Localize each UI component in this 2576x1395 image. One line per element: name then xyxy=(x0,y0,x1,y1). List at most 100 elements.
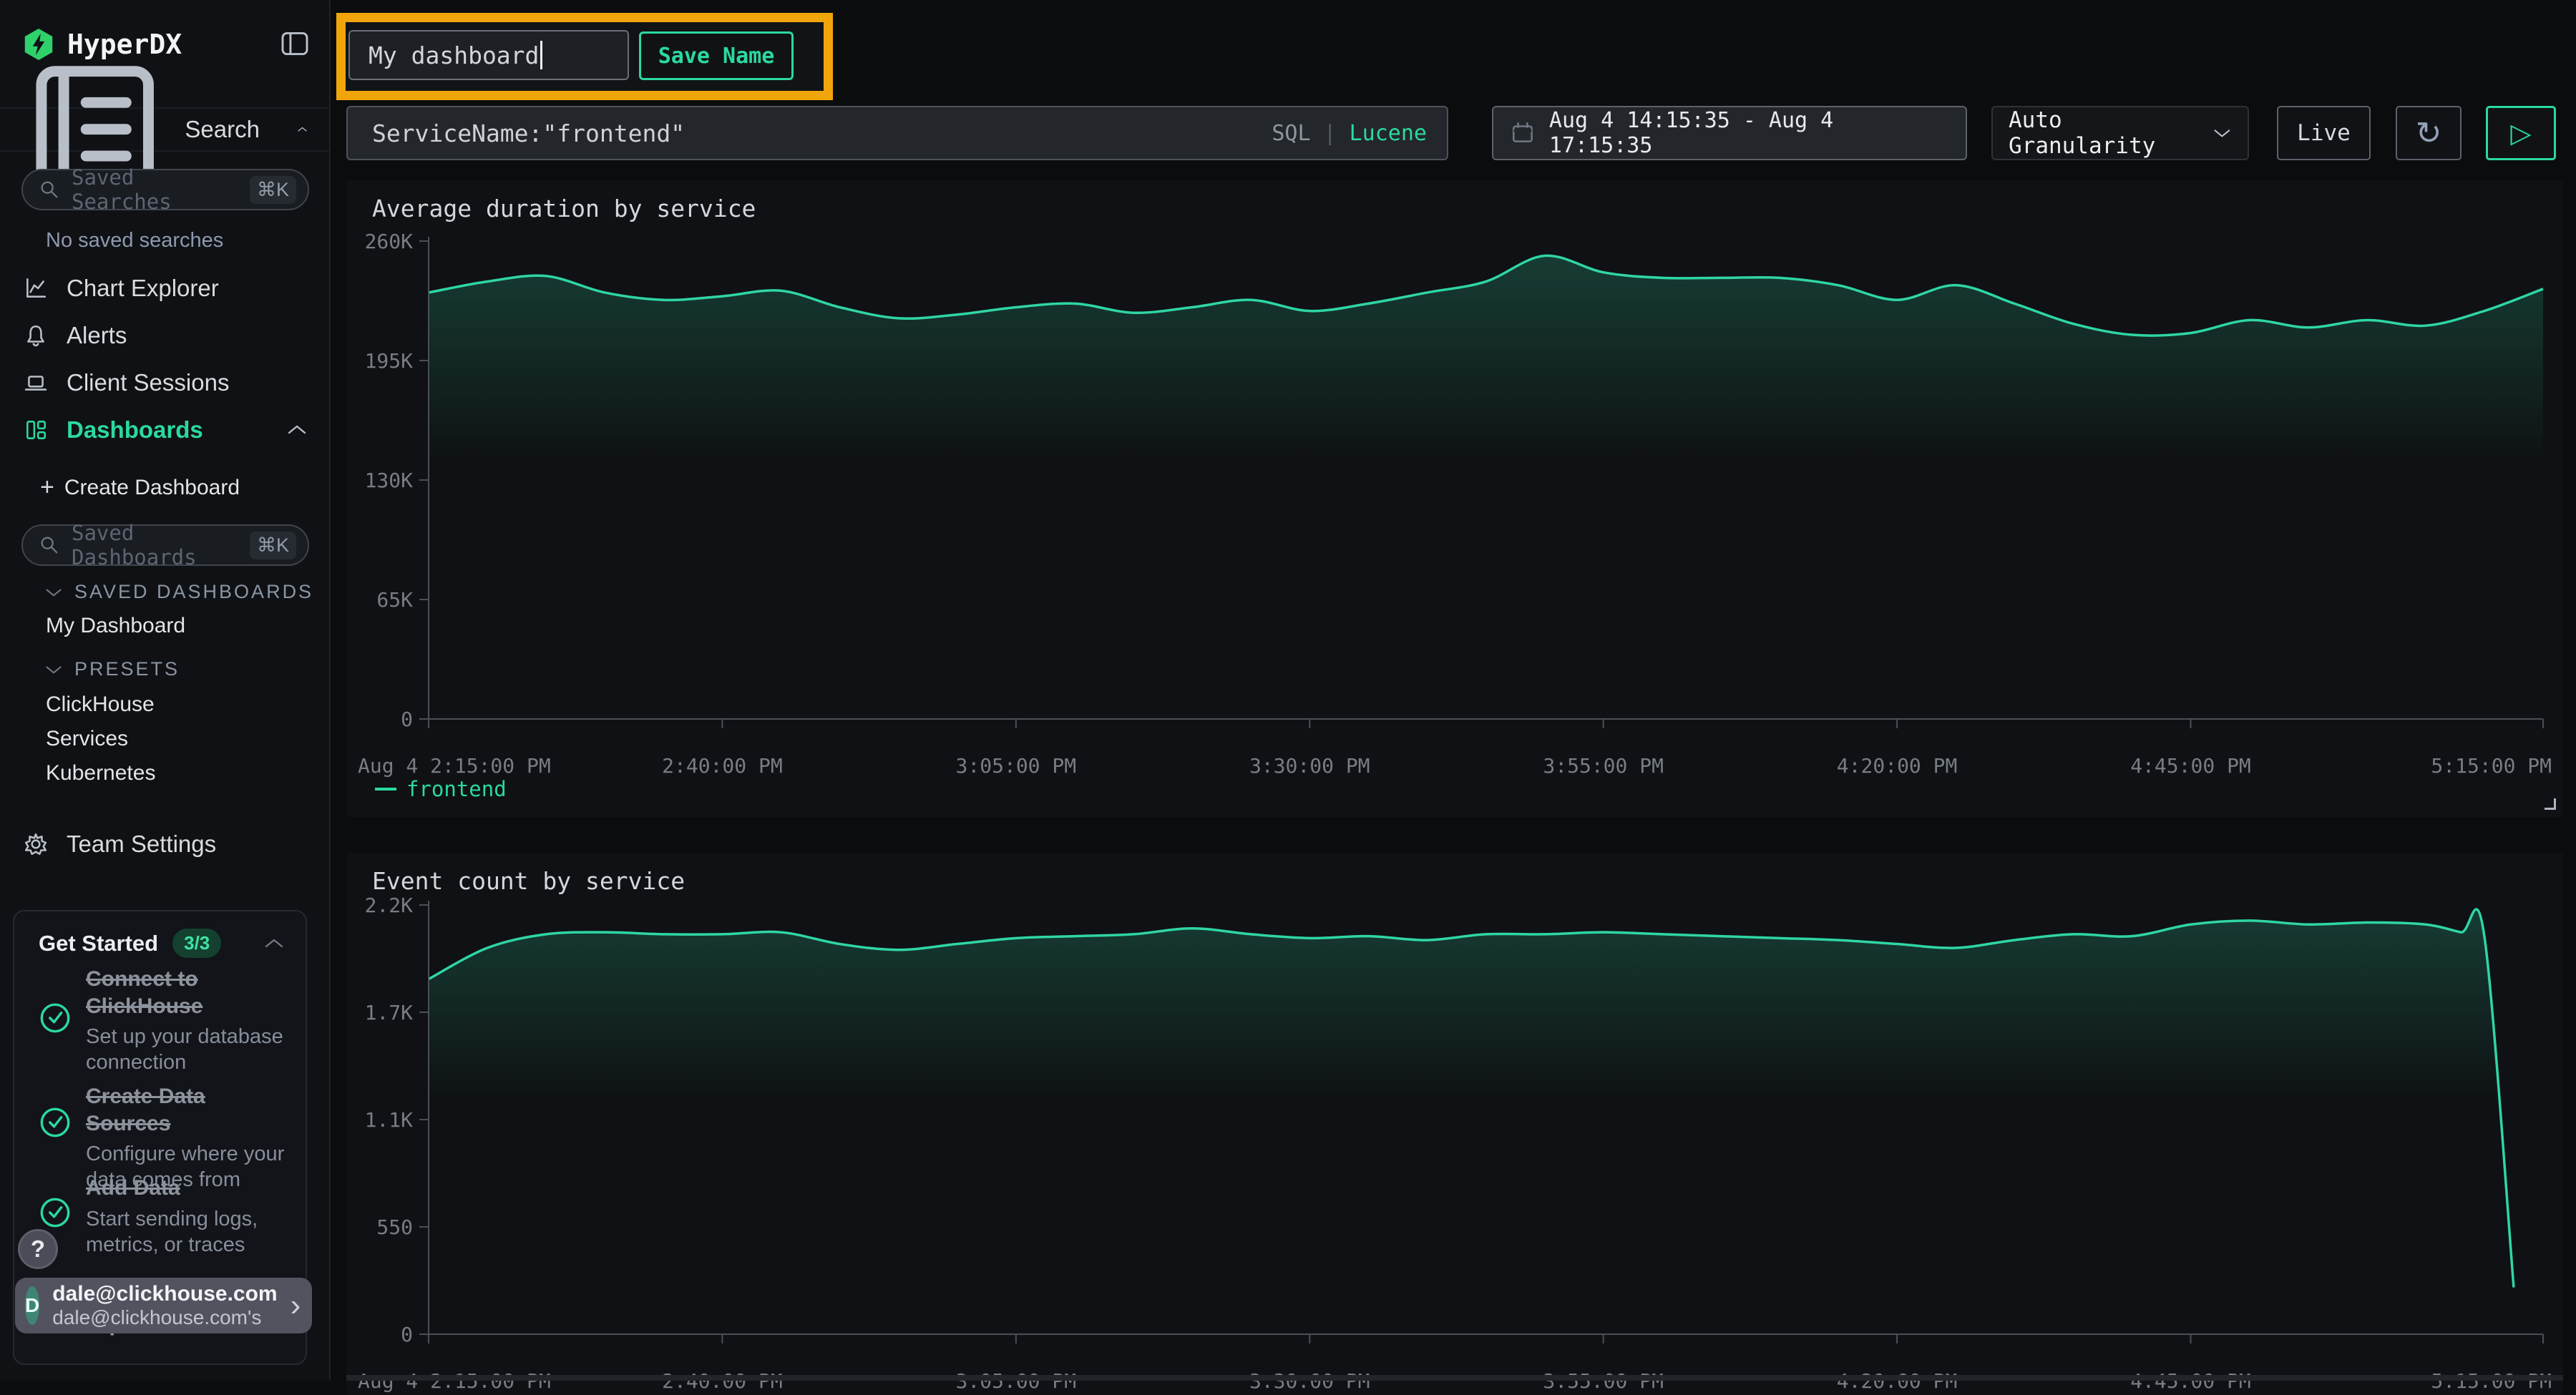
team-settings-label: Team Settings xyxy=(67,831,216,858)
help-button[interactable]: ? xyxy=(18,1229,58,1269)
granularity-dropdown[interactable]: Auto Granularity xyxy=(1991,106,2249,160)
svg-text:65K: 65K xyxy=(376,588,413,612)
toggle-divider: | xyxy=(1324,121,1337,146)
shortcut-badge: ⌘K xyxy=(250,176,296,204)
app-title: HyperDX xyxy=(67,29,182,60)
check-circle-icon xyxy=(39,1106,72,1139)
svg-text:4:45:00 PM: 4:45:00 PM xyxy=(2130,1369,2251,1393)
svg-text:1.1K: 1.1K xyxy=(365,1108,414,1132)
sidebar-item-my-dashboard[interactable]: My Dashboard xyxy=(46,614,185,638)
line-chart-event-count: 05501.1K1.7K2.2KAug 4 2:15:00 PM2:40:00 … xyxy=(346,853,2563,1395)
create-dashboard-button[interactable]: + Create Dashboard xyxy=(40,474,240,501)
play-icon: ▷ xyxy=(2510,117,2531,150)
svg-text:1.7K: 1.7K xyxy=(365,1001,414,1024)
sidebar-item-client-sessions[interactable]: Client Sessions xyxy=(0,359,329,406)
svg-text:4:45:00 PM: 4:45:00 PM xyxy=(2130,754,2251,778)
app-logo[interactable]: HyperDX xyxy=(23,27,182,62)
svg-text:5:15:00 PM: 5:15:00 PM xyxy=(2431,1369,2552,1393)
search-query-input[interactable]: ServiceName:"frontend" SQL | Lucene xyxy=(346,106,1448,160)
get-started-item-title: Connect to ClickHouse xyxy=(86,966,295,1019)
no-saved-searches-note: No saved searches xyxy=(46,229,223,253)
sidebar-item-services[interactable]: Services xyxy=(46,727,128,751)
dashboards-label: Dashboards xyxy=(67,416,203,444)
lucene-toggle[interactable]: Lucene xyxy=(1350,121,1427,146)
sidebar-collapse-icon[interactable] xyxy=(280,31,309,56)
get-started-item-title: Add Data xyxy=(86,1175,295,1202)
bell-icon xyxy=(24,323,48,348)
hyperdx-logo-icon xyxy=(23,27,54,62)
check-circle-icon xyxy=(39,1002,72,1034)
chevron-down-icon xyxy=(2212,127,2232,140)
saved-dashboards-input[interactable]: Saved Dashboards ⌘K xyxy=(21,524,309,566)
play-button[interactable]: ▷ xyxy=(2486,106,2556,160)
panel-resize-handle[interactable] xyxy=(2545,798,2556,810)
search-icon xyxy=(39,179,60,200)
svg-text:0: 0 xyxy=(401,708,413,731)
sql-toggle[interactable]: SQL xyxy=(1272,121,1310,146)
preset-kubernetes-label: Kubernetes xyxy=(46,761,155,785)
search-label: Search xyxy=(185,116,260,143)
dashboard-name-input[interactable]: My dashboard xyxy=(348,30,629,80)
shortcut-badge: ⌘K xyxy=(250,532,296,559)
sidebar-item-dashboards[interactable]: Dashboards xyxy=(0,406,329,454)
sidebar-item-kubernetes[interactable]: Kubernetes xyxy=(46,761,155,785)
chevron-up-icon xyxy=(286,424,308,436)
presets-header-label: PRESETS xyxy=(74,658,180,680)
question-mark-icon: ? xyxy=(31,1235,45,1263)
granularity-value: Auto Granularity xyxy=(2009,107,2212,159)
sidebar-item-alerts[interactable]: Alerts xyxy=(0,312,329,359)
svg-text:3:55:00 PM: 3:55:00 PM xyxy=(1543,754,1664,778)
client-sessions-label: Client Sessions xyxy=(67,369,229,396)
svg-text:Aug 4 2:15:00 PM: Aug 4 2:15:00 PM xyxy=(358,1369,551,1393)
chart-panel-event-count: Event count by service 05501.1K1.7K2.2KA… xyxy=(346,853,2563,1395)
user-profile-button[interactable]: D dale@clickhouse.com dale@clickhouse.co… xyxy=(15,1278,312,1333)
chart-explorer-icon xyxy=(24,276,48,300)
chevron-down-icon xyxy=(44,587,63,598)
svg-text:3:30:00 PM: 3:30:00 PM xyxy=(1249,1369,1370,1393)
chart-legend[interactable]: frontend xyxy=(375,777,507,801)
svg-text:130K: 130K xyxy=(365,469,414,492)
svg-text:3:30:00 PM: 3:30:00 PM xyxy=(1249,754,1370,778)
chevron-up-icon xyxy=(297,123,308,136)
alerts-label: Alerts xyxy=(67,322,127,349)
chart-explorer-label: Chart Explorer xyxy=(67,275,219,302)
date-range-value: Aug 4 14:15:35 - Aug 4 17:15:35 xyxy=(1549,108,1948,158)
sidebar-item-chart-explorer[interactable]: Chart Explorer xyxy=(0,265,329,312)
get-started-item[interactable]: Connect to ClickHouse Set up your databa… xyxy=(86,966,295,1076)
get-started-title: Get Started xyxy=(39,931,158,956)
sidebar-item-search[interactable]: Search xyxy=(0,107,329,152)
chart-panel-average-duration: Average duration by service 065K130K195K… xyxy=(346,180,2563,817)
saved-searches-input[interactable]: Saved Searches ⌘K xyxy=(21,169,309,210)
my-dashboard-label: My Dashboard xyxy=(46,614,185,638)
chevron-right-icon: › xyxy=(291,1290,301,1321)
svg-text:2.2K: 2.2K xyxy=(365,894,414,917)
svg-text:2:40:00 PM: 2:40:00 PM xyxy=(662,754,783,778)
save-name-button[interactable]: Save Name xyxy=(639,31,794,80)
sidebar-item-clickhouse[interactable]: ClickHouse xyxy=(46,692,155,717)
search-icon xyxy=(39,534,60,556)
presets-section-header[interactable]: PRESETS xyxy=(44,658,180,680)
refresh-button[interactable]: ↻ xyxy=(2396,106,2462,160)
saved-searches-placeholder: Saved Searches xyxy=(72,165,238,214)
svg-text:2:40:00 PM: 2:40:00 PM xyxy=(662,1369,783,1393)
saved-dashboards-section-header[interactable]: SAVED DASHBOARDS xyxy=(44,581,313,603)
svg-text:0: 0 xyxy=(401,1323,413,1346)
get-started-item-desc: Start sending logs, metrics, or traces xyxy=(86,1206,295,1258)
sidebar-item-team-settings[interactable]: Team Settings xyxy=(0,821,329,868)
svg-text:3:05:00 PM: 3:05:00 PM xyxy=(956,1369,1077,1393)
avatar: D xyxy=(25,1286,39,1325)
refresh-icon: ↻ xyxy=(2416,115,2442,152)
svg-text:3:05:00 PM: 3:05:00 PM xyxy=(956,754,1077,778)
svg-text:5:15:00 PM: 5:15:00 PM xyxy=(2431,754,2552,778)
chevron-up-icon[interactable] xyxy=(263,937,285,950)
svg-text:4:20:00 PM: 4:20:00 PM xyxy=(1837,754,1958,778)
svg-text:195K: 195K xyxy=(365,349,414,373)
get-started-progress-badge: 3/3 xyxy=(172,929,221,958)
saved-dashboards-header-label: SAVED DASHBOARDS xyxy=(74,581,313,603)
line-chart-average-duration: 065K130K195K260KAug 4 2:15:00 PM2:40:00 … xyxy=(346,180,2563,817)
date-range-picker[interactable]: Aug 4 14:15:35 - Aug 4 17:15:35 xyxy=(1492,106,1967,160)
legend-line-swatch xyxy=(375,788,396,790)
saved-dashboards-placeholder: Saved Dashboards xyxy=(72,521,238,569)
get-started-item[interactable]: Add Data Start sending logs, metrics, or… xyxy=(86,1175,295,1258)
live-button[interactable]: Live xyxy=(2277,106,2371,160)
